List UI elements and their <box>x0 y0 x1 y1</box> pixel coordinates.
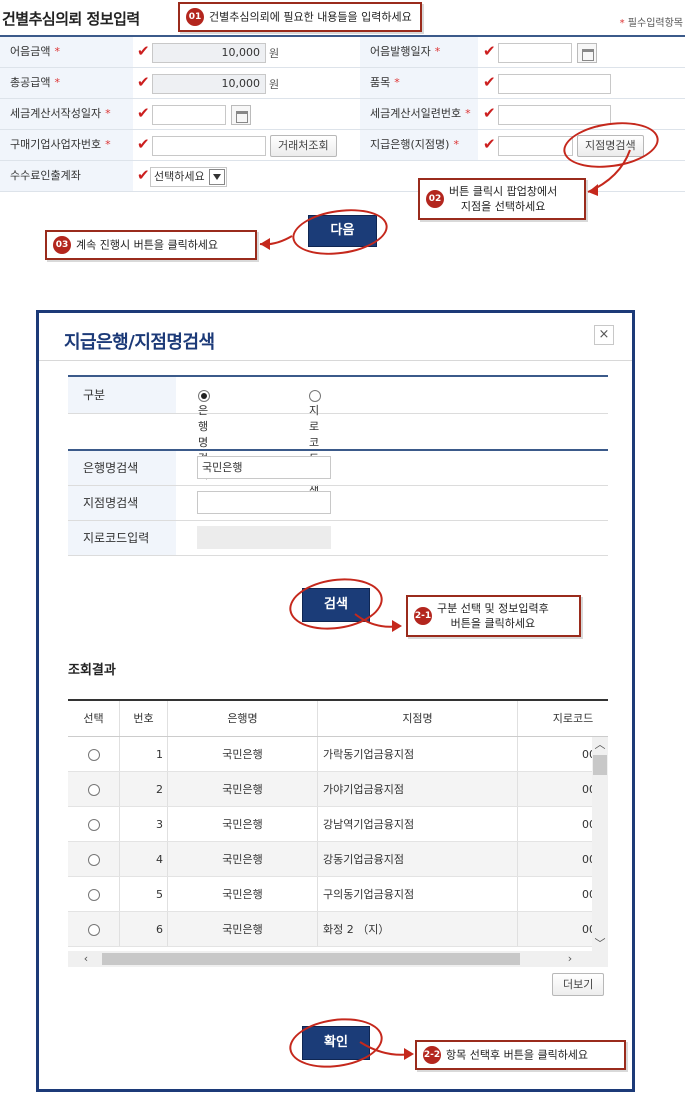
buyer-business-no-label: 구매기업사업자번호 * <box>0 130 133 160</box>
fee-account-label: 수수료인출계좌 <box>0 161 133 191</box>
search-type-row: 구분 은행명검색 지로코드검색 <box>68 377 608 497</box>
divider <box>39 360 632 361</box>
row-radio-icon[interactable] <box>87 749 100 761</box>
item-label: 품목 * <box>360 68 478 98</box>
highlight-ellipse <box>285 572 387 636</box>
page-title: 건별추심의뢰 정보입력 <box>2 10 140 28</box>
bank-name-label: 은행명검색 <box>68 451 176 485</box>
bill-issue-date-label: 어음발행일자 * <box>360 37 478 67</box>
unit-label: 원 <box>269 78 280 91</box>
form-table: 어음금액 * ✔ 10,000 원 어음발행일자 * ✔ 총공급액 * ✔ 10,00… <box>0 35 685 192</box>
result-title: 조회결과 <box>68 663 116 678</box>
check-icon: ✔ <box>483 135 496 153</box>
branch-search-popup: 지급은행/지점명검색 × 구분 은행명검색 지로코드검색 은행명검색 국민은행 … <box>36 310 635 1092</box>
search-type-table: 구분 은행명검색 지로코드검색 <box>68 375 608 497</box>
radio-checked-icon[interactable] <box>198 390 210 402</box>
table-row[interactable]: 4 국민은행 강동기업금융지점 004149 <box>68 842 608 877</box>
chevron-right-icon[interactable]: › <box>562 951 578 967</box>
total-supply-field[interactable]: 10,000 <box>152 74 266 94</box>
column-header: 은행명 <box>168 701 318 736</box>
check-icon: ✔ <box>137 166 150 184</box>
table-row[interactable]: 3 국민은행 강남역기업금융지점 004148 <box>68 807 608 842</box>
row-radio-icon[interactable] <box>87 924 100 936</box>
calendar-icon[interactable] <box>231 105 251 125</box>
search-criteria-table: 은행명검색 국민은행 지점명검색 지로코드입력 <box>68 449 608 556</box>
tax-invoice-date-label: 세금계산서작성일자 * <box>0 99 133 129</box>
horizontal-scrollbar[interactable]: ‹ › <box>68 951 608 967</box>
giro-code-input <box>197 526 331 549</box>
bill-amount-field[interactable]: 10,000 <box>152 43 266 63</box>
results-grid: 선택 번호 은행명 지점명 지로코드 1 국민은행 가락동기업금융지점 0041… <box>68 699 608 967</box>
tax-invoice-serial-label: 세금계산서일련번호 * <box>360 99 478 129</box>
row-radio-icon[interactable] <box>87 854 100 866</box>
chevron-up-icon[interactable]: ︿ <box>592 737 608 753</box>
chevron-down-icon[interactable]: ﹀ <box>592 936 608 952</box>
form-row-bill-amount: 어음금액 * ✔ 10,000 원 어음발행일자 * ✔ <box>0 37 685 68</box>
table-row[interactable]: 1 국민은행 가락동기업금융지점 004145 <box>68 737 608 772</box>
paying-bank-field[interactable] <box>498 136 573 156</box>
callout-01: 01 건별추심의뢰에 필요한 내용들을 입력하세요 <box>178 2 422 32</box>
check-icon: ✔ <box>137 42 150 60</box>
branch-name-label: 지점명검색 <box>68 486 176 520</box>
branch-name-input[interactable] <box>197 491 331 514</box>
unit-label: 원 <box>269 47 280 60</box>
table-row[interactable]: 5 국민은행 구의동기업금융지점 004156 <box>68 877 608 912</box>
column-header: 번호 <box>120 701 168 736</box>
bill-issue-date-field[interactable] <box>498 43 572 63</box>
highlight-ellipse <box>286 1012 386 1074</box>
fee-account-select[interactable]: 선택하세요 <box>150 167 227 187</box>
grid-header: 선택 번호 은행명 지점명 지로코드 <box>68 701 608 737</box>
check-icon: ✔ <box>483 42 496 60</box>
check-icon: ✔ <box>483 104 496 122</box>
paying-bank-label: 지급은행(지점명) * <box>360 130 478 160</box>
check-icon: ✔ <box>137 104 150 122</box>
close-icon[interactable]: × <box>594 325 614 345</box>
branch-name-row: 지점명검색 <box>68 486 608 521</box>
column-header: 지점명 <box>318 701 518 736</box>
callout-03: 03 계속 진행시 버튼을 클릭하세요 <box>45 230 257 260</box>
more-button[interactable]: 더보기 <box>552 973 605 996</box>
scroll-thumb[interactable] <box>593 755 607 775</box>
total-supply-label: 총공급액 * <box>0 68 133 98</box>
calendar-icon[interactable] <box>577 43 597 63</box>
popup-title: 지급은행/지점명검색 <box>64 332 215 353</box>
scroll-thumb[interactable] <box>102 953 520 965</box>
check-icon: ✔ <box>483 73 496 91</box>
giro-code-label: 지로코드입력 <box>68 521 176 555</box>
bill-amount-label: 어음금액 * <box>0 37 133 67</box>
callout-2-2: 2-2 항목 선택후 버튼을 클릭하세요 <box>415 1040 626 1070</box>
tax-invoice-serial-field[interactable] <box>498 105 611 125</box>
table-row[interactable]: 2 국민은행 가야기업금융지점 004146 <box>68 772 608 807</box>
item-field[interactable] <box>498 74 611 94</box>
vertical-scrollbar[interactable]: ︿ ﹀ <box>592 737 608 952</box>
check-icon: ✔ <box>137 73 150 91</box>
chevron-down-icon[interactable] <box>209 169 225 185</box>
required-note: * 필수입력항목 <box>619 18 683 29</box>
bank-name-input[interactable]: 국민은행 <box>197 456 331 479</box>
callout-02: 02 버튼 클릭시 팝업창에서 지점을 선택하세요 <box>418 178 586 220</box>
column-header: 선택 <box>68 701 120 736</box>
column-header: 지로코드 <box>552 712 594 725</box>
search-type-label: 구분 <box>68 377 176 413</box>
check-icon: ✔ <box>137 135 150 153</box>
highlight-ellipse <box>289 203 391 261</box>
tax-invoice-date-field[interactable] <box>152 105 226 125</box>
row-radio-icon[interactable] <box>87 784 100 796</box>
form-row-tax-invoice: 세금계산서작성일자 * ✔ 세금계산서일련번호 * ✔ <box>0 99 685 130</box>
row-radio-icon[interactable] <box>87 819 100 831</box>
table-row[interactable]: 6 국민은행 화정 2 （지） 004176 <box>68 912 608 947</box>
giro-code-row: 지로코드입력 <box>68 521 608 556</box>
radio-unchecked-icon[interactable] <box>309 390 321 402</box>
buyer-business-no-field[interactable] <box>152 136 266 156</box>
row-radio-icon[interactable] <box>87 889 100 901</box>
partner-lookup-button[interactable]: 거래처조회 <box>270 135 337 157</box>
bank-name-row: 은행명검색 국민은행 <box>68 451 608 486</box>
chevron-left-icon[interactable]: ‹ <box>78 951 94 967</box>
form-row-total-supply: 총공급액 * ✔ 10,000 원 품목 * ✔ <box>0 68 685 99</box>
callout-2-1: 2-1 구분 선택 및 정보입력후 버튼을 클릭하세요 <box>406 595 581 637</box>
